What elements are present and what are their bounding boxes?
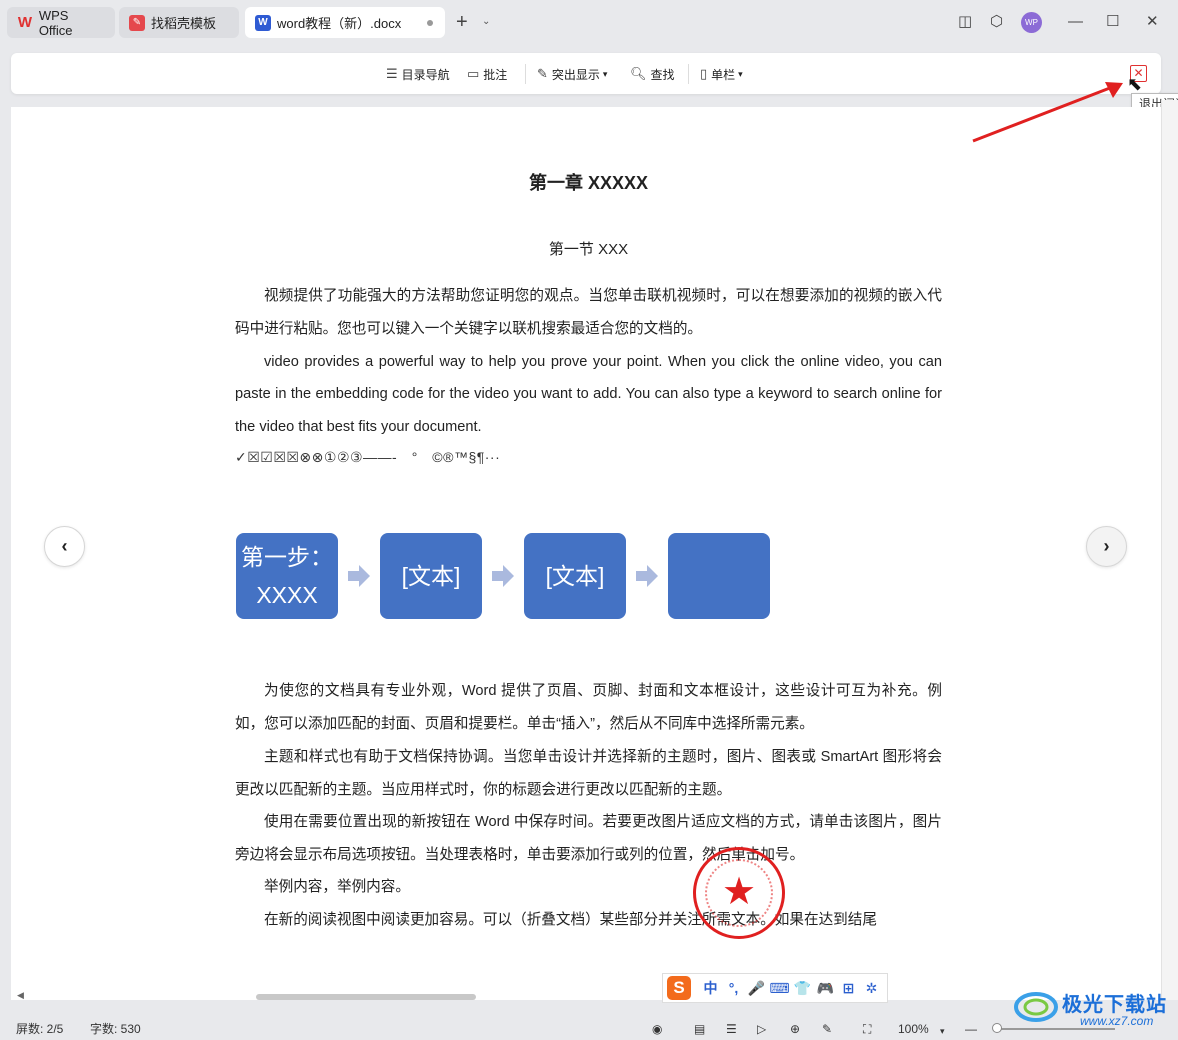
column-icon: ▯ [700, 66, 708, 81]
microphone-icon[interactable]: 🎤 [745, 980, 768, 997]
highlight-label: 突出显示 [551, 67, 600, 82]
smartart-text: [文本] [401, 563, 461, 589]
zoom-slider-handle[interactable] [992, 1023, 1002, 1033]
pen-icon[interactable]: ✎ [822, 1022, 832, 1036]
watermark-logo: 极光下载站 www.xz7.com [1010, 985, 1170, 1030]
paragraph: 视频提供了功能强大的方法帮助您证明您的观点。当您单击联机视频时，可以在想要添加的… [235, 288, 942, 337]
red-arrow-annotation [972, 82, 1123, 143]
comment-icon: ▭ [467, 66, 480, 81]
word-count[interactable]: 字数: 530 [90, 1022, 141, 1036]
column-label: 单栏 [711, 67, 736, 82]
watermark-swirl-icon [1014, 992, 1058, 1022]
word-doc-icon: W [255, 14, 271, 31]
punctuation-icon[interactable]: °, [722, 980, 745, 996]
chevron-down-icon[interactable]: ⌄ [482, 16, 490, 27]
document-page: 第一章 XXXXX 第一节 XXX 视频提供了功能强大的方法帮助您证明您的观点。… [11, 107, 1161, 1000]
avatar[interactable]: WP [1021, 12, 1042, 33]
skin-icon[interactable]: 👕 [791, 980, 814, 997]
web-view-icon[interactable]: ⊕ [790, 1022, 800, 1036]
new-tab-icon[interactable]: + [456, 12, 468, 32]
smartart-text: [文本] [545, 563, 605, 589]
tab-label: 找稻壳模板 [151, 16, 217, 31]
tab-docer-templates[interactable]: ✎ 找稻壳模板 [119, 7, 239, 38]
scroll-left-icon[interactable]: ◀ [17, 990, 24, 1000]
section-title: 第一节 XXX [548, 241, 629, 258]
toc-nav-label: 目录导航 [401, 67, 450, 82]
highlight-button[interactable]: ✎ 突出显示 ▾ [537, 65, 607, 83]
paragraph: 使用在需要位置出现的新按钮在 Word 中保存时间。若要更改图片适应文档的方式，… [235, 814, 942, 863]
ime-mode-icon[interactable]: 中 [699, 978, 722, 998]
smartart-text: 第一步：XXXX [241, 544, 333, 608]
settings-icon[interactable]: ✲ [860, 980, 883, 997]
comment-label: 批注 [483, 67, 508, 82]
chevron-down-icon: ▾ [738, 68, 743, 79]
highlight-icon: ✎ [537, 66, 548, 81]
toc-nav-button[interactable]: ☰ 目录导航 [386, 65, 450, 83]
zoom-out-icon[interactable]: — [965, 1022, 977, 1036]
horizontal-scrollbar[interactable] [256, 994, 476, 1000]
watermark-url: www.xz7.com [1080, 1014, 1154, 1028]
layout-icon[interactable]: ◫ [958, 12, 972, 32]
column-button[interactable]: ▯ 单栏 ▾ [700, 65, 743, 83]
smartart-step-3[interactable]: [文本] [524, 533, 626, 619]
symbols-line: ✓☒☑☒☒⊗⊗①②③——- ° ©®™§¶··· [235, 449, 501, 465]
smartart-step-1[interactable]: 第一步：XXXX [236, 533, 338, 619]
search-icon: 🔍︎ [630, 66, 647, 81]
vertical-scrollbar[interactable] [1161, 100, 1178, 1000]
outline-view-icon[interactable]: ☰ [726, 1022, 737, 1036]
gamepad-icon[interactable]: 🎮 [814, 980, 837, 997]
tab-label: word教程（新）.docx [277, 16, 402, 31]
find-label: 查找 [650, 67, 675, 82]
title-bar: W WPS Office ✎ 找稻壳模板 W word教程（新）.docx + … [0, 0, 1178, 44]
status-bar: 屏数: 2/5 字数: 530 ◉ ▤ ☰ ▷ ⊕ ✎ ⛶ 100% ▾ — [0, 1017, 1178, 1040]
paragraph: video provides a powerful way to help yo… [235, 354, 942, 435]
page-view-icon[interactable]: ▤ [694, 1022, 705, 1036]
eye-icon[interactable]: ◉ [652, 1022, 662, 1036]
paragraph: 为使您的文档具有专业外观，Word 提供了页眉、页脚、封面和文本框设计，这些设计… [235, 683, 942, 732]
keyboard-icon[interactable]: ⌨ [768, 980, 791, 997]
chapter-title: 第一章 XXXXX [528, 173, 649, 193]
wps-logo-icon: W [17, 14, 32, 31]
maximize-icon[interactable]: ☐ [1106, 12, 1119, 32]
tab-word-document[interactable]: W word教程（新）.docx [245, 7, 445, 38]
cube-icon[interactable]: ⬡ [990, 12, 1003, 32]
company-seal-stamp: ★ [693, 847, 785, 939]
chevron-down-icon[interactable]: ▾ [940, 1024, 945, 1038]
close-window-icon[interactable]: ✕ [1146, 12, 1159, 32]
ime-toolbar: S 中 °, 🎤 ⌨ 👕 🎮 ⊞ ✲ [662, 973, 888, 1003]
smartart-step-2[interactable]: [文本] [380, 533, 482, 619]
tab-wps-office[interactable]: W WPS Office [7, 7, 115, 38]
watermark-title: 极光下载站 [1062, 994, 1167, 1016]
smartart-arrow-icon [636, 565, 658, 587]
paragraph: 举例内容，举例内容。 [264, 879, 410, 895]
paragraph: 在新的阅读视图中阅读更加容易。可以（折叠文档）某些部分并关注所需文本。如果在达到… [264, 912, 877, 928]
fit-page-icon[interactable]: ⛶ [863, 1022, 871, 1036]
next-page-button[interactable]: › [1086, 526, 1127, 567]
reading-view-icon[interactable]: ▷ [757, 1022, 766, 1036]
unsaved-dot-icon[interactable] [427, 20, 433, 26]
find-button[interactable]: 🔍︎ 查找 [630, 65, 675, 83]
page-counter: 屏数: 2/5 [16, 1022, 64, 1036]
comment-button[interactable]: ▭ 批注 [467, 65, 507, 83]
toc-icon: ☰ [386, 66, 398, 81]
smartart-step-4[interactable] [668, 533, 770, 619]
previous-page-button[interactable]: ‹ [44, 526, 85, 567]
sogou-logo-icon[interactable]: S [667, 976, 691, 1000]
toolbox-icon[interactable]: ⊞ [837, 980, 860, 997]
smartart-arrow-icon [492, 565, 514, 587]
tab-label: WPS Office [38, 7, 73, 38]
paragraph: 主题和样式也有助于文档保持协调。当您单击设计并选择新的主题时，图片、图表或 Sm… [235, 749, 942, 798]
zoom-level[interactable]: 100% [898, 1022, 929, 1036]
chevron-down-icon: ▾ [602, 68, 608, 79]
smartart-arrow-icon [348, 565, 370, 587]
divider [688, 64, 689, 84]
docer-icon: ✎ [129, 14, 145, 31]
minimize-icon[interactable]: — [1068, 12, 1083, 32]
divider [525, 64, 526, 84]
star-icon: ★ [721, 871, 757, 913]
